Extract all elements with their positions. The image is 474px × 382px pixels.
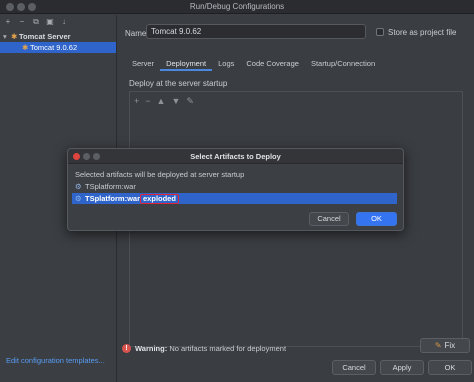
chevron-down-icon[interactable]: ▾: [3, 31, 11, 42]
artifact-icon: ⚙: [75, 182, 82, 191]
artifact-label: TSplatform:war: [85, 182, 136, 191]
tree-item-tomcat[interactable]: ✱ Tomcat 9.0.62: [0, 42, 116, 53]
highlight-exploded: exploded: [140, 194, 179, 204]
tree-group-tomcat-server[interactable]: ▾ ✱ Tomcat Server: [0, 31, 116, 42]
dialog-description: Selected artifacts will be deployed at s…: [75, 170, 245, 179]
cancel-button[interactable]: Cancel: [332, 360, 376, 375]
sort-icon[interactable]: ↓: [60, 18, 68, 26]
tree-group-label: Tomcat Server: [19, 32, 71, 41]
name-field[interactable]: Tomcat 9.0.62: [146, 24, 366, 39]
add-icon[interactable]: +: [4, 18, 12, 26]
remove-artifact-icon[interactable]: −: [145, 96, 150, 107]
edit-templates-link[interactable]: Edit configuration templates...: [6, 356, 105, 365]
tab-startup-connection[interactable]: Startup/Connection: [305, 57, 381, 71]
deploy-section-label: Deploy at the server startup: [129, 79, 228, 88]
wrench-icon: ✎: [434, 341, 442, 350]
store-as-project-file-checkbox[interactable]: [376, 28, 384, 36]
sidebar-toolbar: + − ⧉ ▣ ↓: [4, 18, 68, 28]
tab-server[interactable]: Server: [126, 57, 160, 71]
configuration-tree: ▾ ✱ Tomcat Server ✱ Tomcat 9.0.62: [0, 31, 116, 53]
warning-text: No artifacts marked for deployment: [169, 343, 287, 353]
store-as-project-file-label: Store as project file: [388, 28, 457, 37]
run-debug-configurations-window: Run/Debug Configurations + − ⧉ ▣ ↓ ▾ ✱ Tom…: [0, 0, 474, 382]
artifact-icon: ⚙: [75, 194, 82, 203]
dialog-cancel-button[interactable]: Cancel: [309, 212, 349, 226]
edit-icon[interactable]: ✎: [186, 96, 194, 107]
artifact-war-exploded[interactable]: ⚙ TSplatform:war exploded: [72, 193, 397, 204]
window-titlebar: Run/Debug Configurations: [0, 0, 474, 14]
apply-button[interactable]: Apply: [380, 360, 424, 375]
dialog-ok-button[interactable]: OK: [356, 212, 397, 226]
add-artifact-icon[interactable]: +: [134, 96, 139, 107]
tab-deployment[interactable]: Deployment: [160, 57, 213, 71]
tomcat-icon: ✱: [22, 43, 29, 52]
fix-button-label: Fix: [444, 341, 456, 350]
dialog-title: Select Artifacts to Deploy: [190, 152, 281, 161]
fix-button[interactable]: ✎ Fix: [420, 338, 470, 353]
move-up-icon[interactable]: ▲: [157, 96, 166, 107]
deployment-warning: ! Warning: No artifacts marked for deplo…: [122, 341, 464, 355]
ok-button[interactable]: OK: [428, 360, 472, 375]
dialog-titlebar: Select Artifacts to Deploy: [68, 149, 403, 164]
artifact-label-suffix: exploded: [143, 194, 176, 203]
save-icon[interactable]: ▣: [46, 18, 54, 26]
remove-icon[interactable]: −: [18, 18, 26, 26]
window-title: Run/Debug Configurations: [189, 2, 285, 11]
artifact-label-prefix: TSplatform:war: [85, 194, 141, 203]
copy-icon[interactable]: ⧉: [32, 18, 40, 26]
warning-prefix: Warning:: [135, 343, 168, 353]
tomcat-icon: ✱: [11, 32, 18, 41]
artifact-war[interactable]: ⚙ TSplatform:war: [75, 181, 136, 192]
config-tabs: Server Deployment Logs Code Coverage Sta…: [126, 57, 381, 71]
tab-logs[interactable]: Logs: [212, 57, 240, 71]
tab-code-coverage[interactable]: Code Coverage: [240, 57, 305, 71]
select-artifacts-dialog: Select Artifacts to Deploy Selected arti…: [67, 148, 404, 231]
tree-item-label: Tomcat 9.0.62: [30, 43, 78, 52]
error-icon: !: [122, 343, 131, 353]
deployment-toolbar: + − ▲ ▼ ✎: [134, 96, 194, 107]
move-down-icon[interactable]: ▼: [171, 96, 180, 107]
